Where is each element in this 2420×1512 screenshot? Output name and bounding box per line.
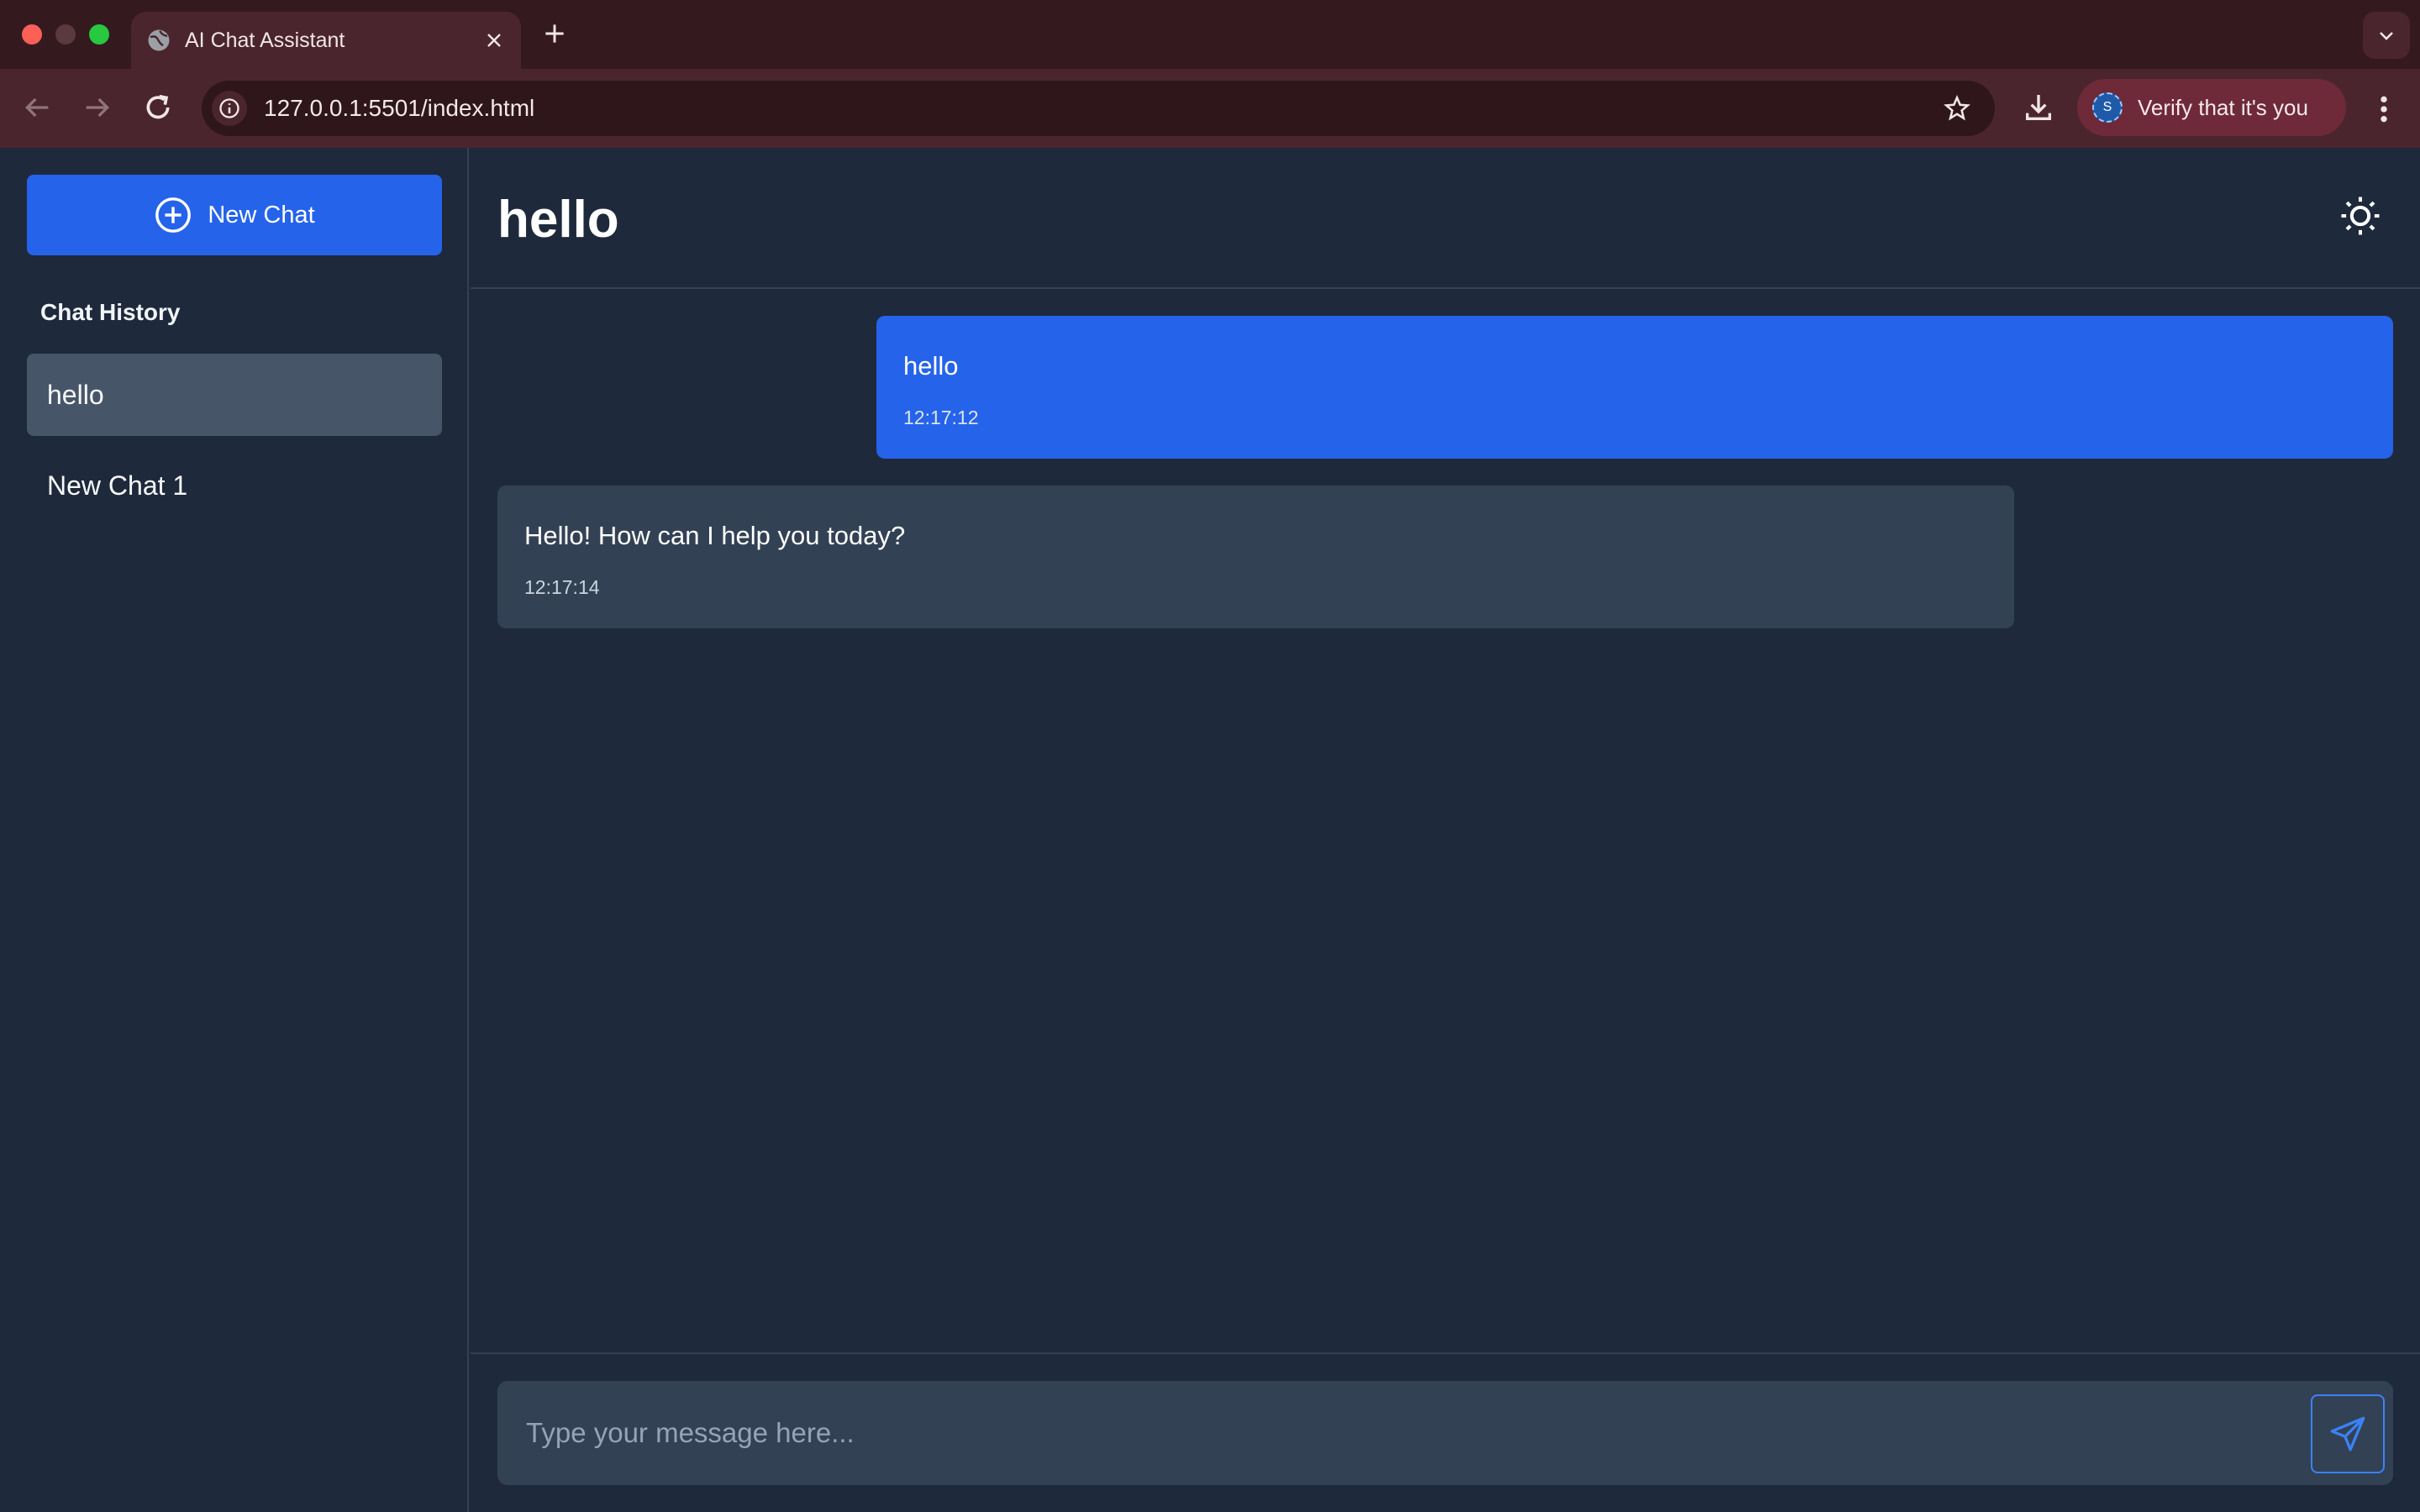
tab-bar: AI Chat Assistant [0,0,2420,69]
send-button[interactable] [2311,1394,2385,1473]
forward-arrow-icon[interactable] [81,91,114,124]
sun-icon[interactable] [2338,193,2383,239]
new-chat-button[interactable]: New Chat [27,175,442,255]
chat-app: New Chat Chat History hello New Chat 1 h… [0,148,2420,1512]
message-timestamp: 12:17:12 [903,407,979,428]
chat-header: hello [471,148,2420,289]
info-icon [219,98,239,118]
chat-history-heading: Chat History [40,299,181,325]
history-item-label: New Chat 1 [47,470,188,501]
download-icon[interactable] [2022,89,2055,126]
sidebar: New Chat Chat History hello New Chat 1 [0,148,469,1512]
plus-circle-icon [155,197,192,233]
composer-box [497,1381,2393,1485]
close-window-button[interactable] [22,24,42,45]
page-title: hello [497,191,619,249]
message-text: Hello! How can I help you today? [524,521,906,550]
browser-toolbar: 127.0.0.1:5501/index.html S Verify that … [0,69,2420,148]
plus-icon[interactable] [541,20,568,47]
avatar: S [2092,92,2123,123]
reload-icon[interactable] [141,91,175,124]
browser-tab[interactable]: AI Chat Assistant [131,12,521,69]
browser-chrome: AI Chat Assistant 127.0.0.1:5501/index.h… [0,0,2420,148]
tab-search-button[interactable] [2363,12,2410,59]
history-item-label: hello [47,380,104,410]
message-input[interactable] [497,1381,2296,1485]
profile-button[interactable]: S Verify that it's you [2077,79,2346,136]
history-item-hello[interactable]: hello [27,354,442,436]
assistant-message: Hello! How can I help you today? 12:17:1… [497,486,2014,628]
user-message: hello 12:17:12 [876,316,2393,459]
message-composer [471,1352,2420,1512]
chat-main: hello hello 12:17:12 Hello! How can I he… [471,148,2420,1512]
send-icon [2330,1416,2365,1452]
profile-label: Verify that it's you [2138,95,2308,120]
url-text: 127.0.0.1:5501/index.html [264,95,535,121]
globe-icon [148,29,170,51]
tab-title: AI Chat Assistant [185,29,345,52]
message-text: hello [903,351,959,381]
message-timestamp: 12:17:14 [524,576,600,598]
kebab-menu-icon[interactable] [2371,92,2396,126]
star-icon[interactable] [1943,94,1971,123]
new-chat-label: New Chat [208,201,315,228]
close-icon[interactable] [484,30,504,50]
address-bar[interactable]: 127.0.0.1:5501/index.html [202,81,1995,136]
chevron-down-icon [2380,32,2393,40]
site-info-button[interactable] [212,91,247,126]
history-item-new-chat-1[interactable]: New Chat 1 [27,444,442,527]
minimize-window-button[interactable] [55,24,76,45]
back-arrow-icon[interactable] [20,91,54,124]
maximize-window-button[interactable] [89,24,109,45]
